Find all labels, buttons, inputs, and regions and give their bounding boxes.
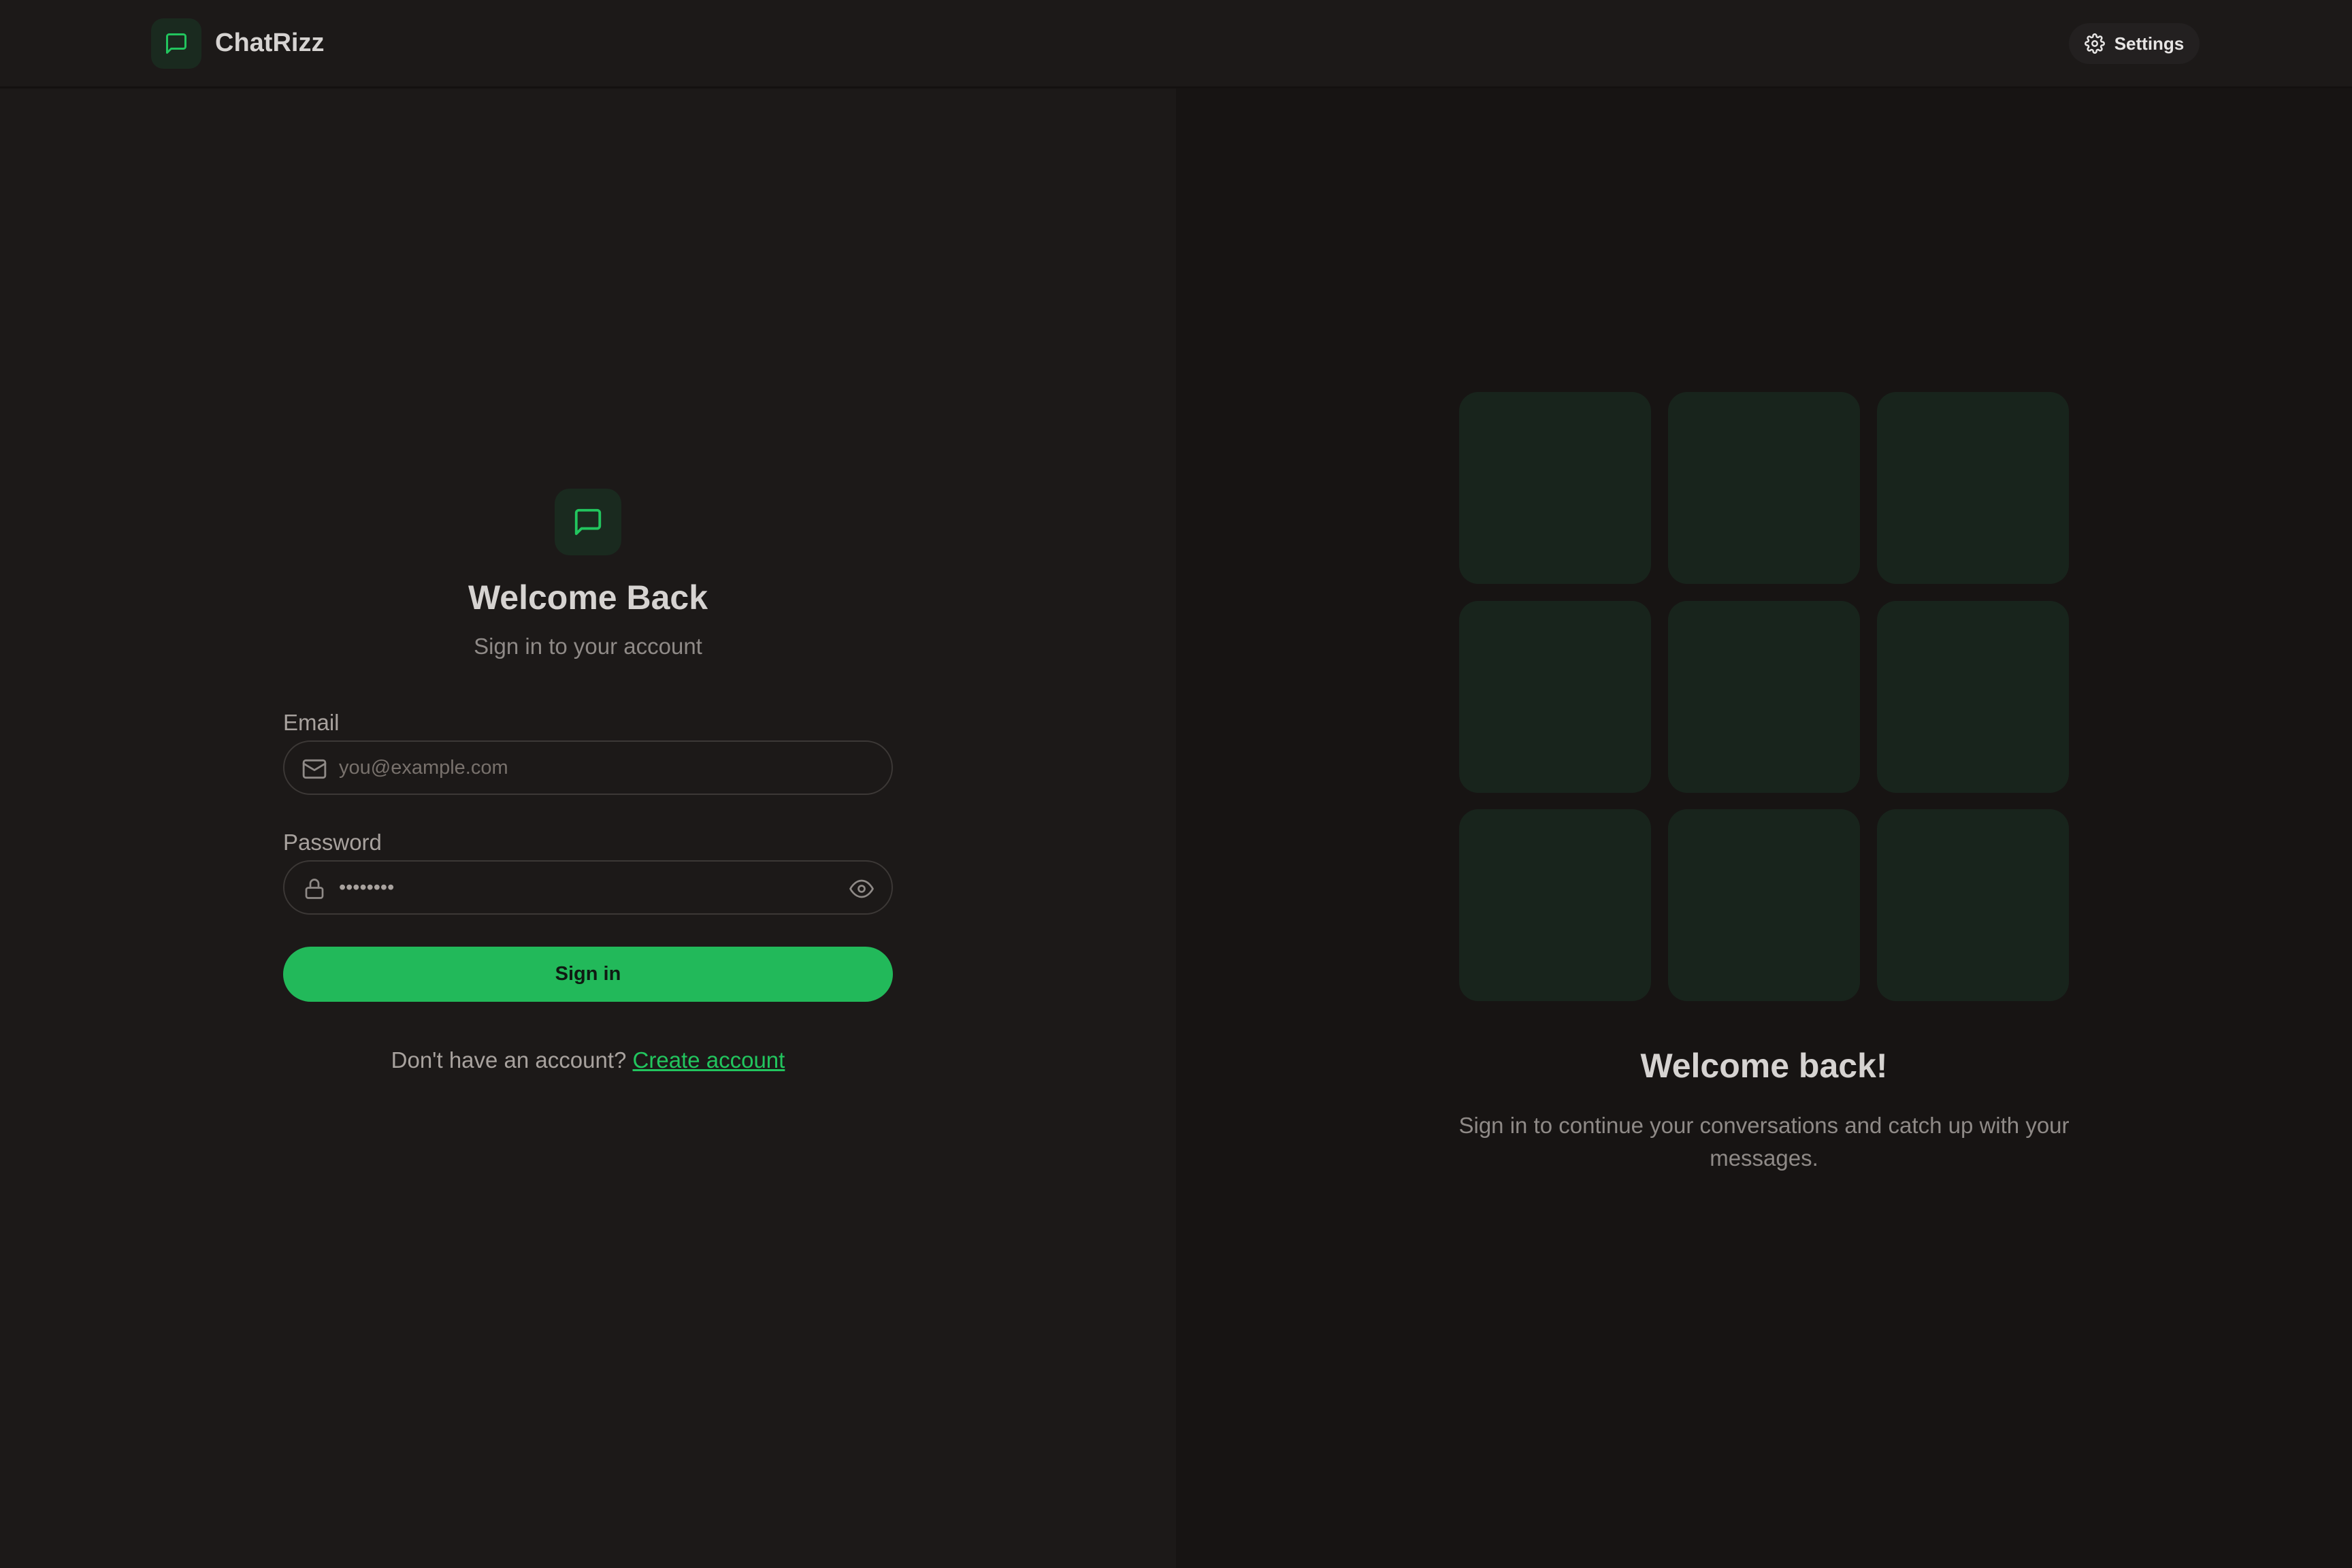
message-square-icon [166,33,186,54]
grid-tile [1668,809,1860,1001]
password-label: Password [283,830,382,855]
grid-tile [1459,809,1651,1001]
create-account-link[interactable]: Create account [633,1047,785,1073]
email-label: Email [283,710,340,735]
brand-name[interactable]: ChatRizz [215,26,324,60]
email-input[interactable] [339,742,829,794]
page-title: Welcome Back [468,578,708,617]
page-subtitle: Sign in to your account [474,634,702,659]
app-root: ChatRizz Settings Welcome Back Sign in t… [0,0,2352,1568]
top-bar: ChatRizz Settings [0,0,2352,88]
grid-tile [1668,392,1860,584]
sign-in-button[interactable]: Sign in [283,947,893,1002]
message-square-icon [574,508,602,536]
lock-icon [301,875,328,902]
grid-tile [1877,601,2069,793]
hero-subtitle: Sign in to continue your conversations a… [1458,1113,2070,1171]
settings-button[interactable]: Settings [2069,23,2200,64]
login-logo [555,489,621,555]
password-field-wrapper [283,860,893,915]
grid-tile [1459,601,1651,793]
grid-tile [1668,601,1860,793]
mail-icon [301,755,328,783]
gear-icon [2084,33,2105,54]
password-input[interactable] [339,862,829,913]
hero-title: Welcome back! [1640,1047,1888,1085]
brand-logo[interactable] [151,18,201,69]
eye-icon[interactable] [847,874,877,904]
grid-tile [1877,809,2069,1001]
grid-tile [1459,392,1651,584]
settings-label: Settings [2114,33,2185,54]
signup-prompt: Don't have an account? [391,1047,627,1073]
grid-tile [1877,392,2069,584]
email-field-wrapper [283,740,893,795]
signup-row: Don't have an account? Create account [283,1045,893,1075]
